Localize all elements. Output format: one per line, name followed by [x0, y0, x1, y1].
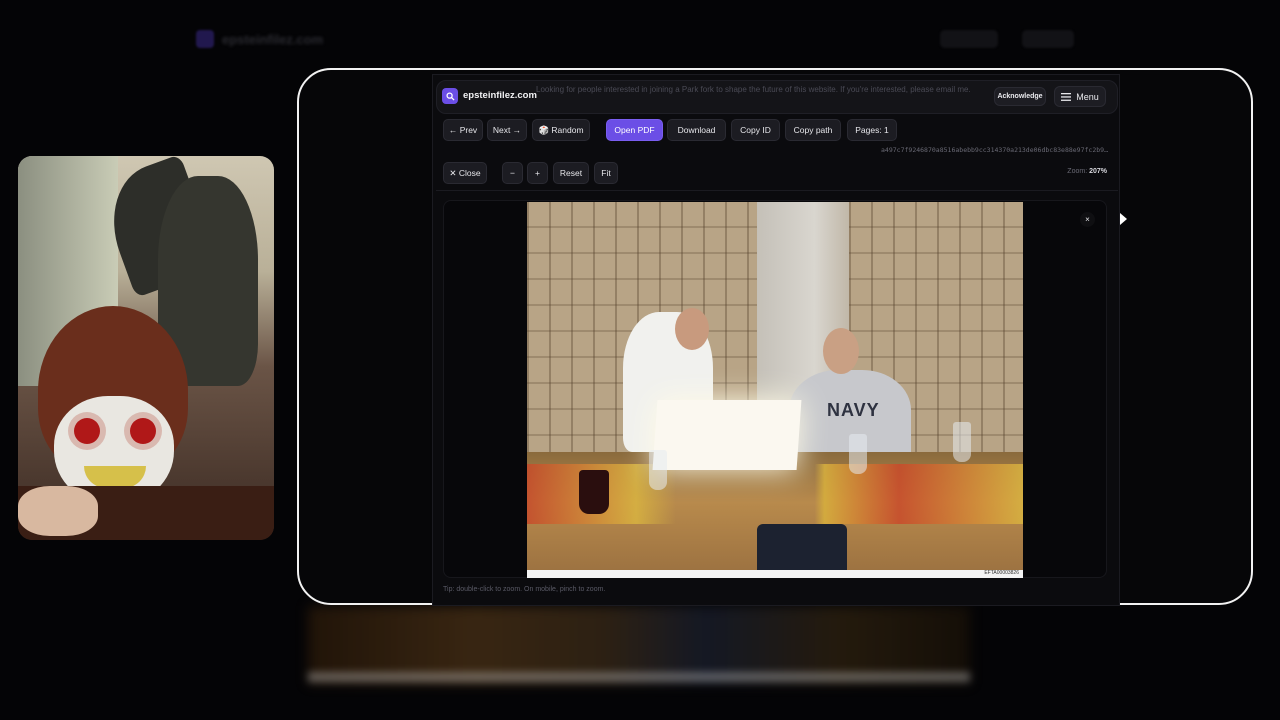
open-pdf-button[interactable]: Open PDF [606, 119, 663, 141]
webcam-feed [18, 156, 274, 540]
zoom-tip: Tip: double-click to zoom. On mobile, pi… [443, 586, 606, 593]
zoom-indicator: Zoom: 207% [1030, 168, 1107, 175]
download-button[interactable]: Download [667, 119, 726, 141]
photo-glass [849, 434, 867, 474]
zoom-value: 207% [1089, 168, 1107, 175]
hamburger-icon [1061, 92, 1072, 101]
photo-navy-text: NAVY [827, 400, 880, 420]
menu-button[interactable]: Menu [1054, 86, 1106, 107]
webcam-mask-eye-right [130, 418, 156, 444]
background-logo-icon [196, 30, 214, 48]
zoom-in-button[interactable]: + [527, 162, 548, 184]
photo-glass [953, 422, 971, 462]
site-notice: Looking for people interested in joining… [536, 85, 971, 94]
background-photo-strip [308, 672, 970, 682]
toolbar-divider [436, 190, 1118, 191]
site-brand[interactable]: epsteinfilez.com [463, 90, 537, 101]
photo-cake [652, 400, 802, 470]
webcam-mask-eye-left [74, 418, 100, 444]
background-brand: epsteinfilez.com [222, 32, 324, 47]
background-acknowledge-button [940, 30, 998, 48]
zoom-out-button[interactable]: − [502, 162, 523, 184]
background-menu-button [1022, 30, 1074, 48]
search-icon[interactable] [442, 88, 458, 104]
prev-button[interactable]: ← Prev [443, 119, 483, 141]
next-button[interactable]: Next → [487, 119, 527, 141]
pages-count: Pages: 1 [847, 119, 897, 141]
close-viewer-icon[interactable]: × [1080, 212, 1095, 227]
photo-person-left-head [675, 308, 709, 350]
photo-bottom-strip [527, 570, 1023, 578]
photo-telephone [757, 524, 847, 576]
photo-glass [649, 450, 667, 490]
document-hash: a497c7f9246870a8516abebb9cc314370a213de0… [881, 146, 1108, 154]
webcam-hand [18, 486, 98, 536]
photo-wine-glass [579, 470, 609, 514]
mouse-cursor-icon [1120, 213, 1127, 225]
photo-person-right-head [823, 328, 859, 374]
random-button[interactable]: 🎲 Random [532, 119, 590, 141]
document-photo[interactable]: NAVY EFTA00003826 [527, 202, 1023, 578]
menu-label: Menu [1076, 91, 1099, 102]
photo-bates-stamp: EFTA00003826 [984, 570, 1019, 576]
fit-button[interactable]: Fit [594, 162, 618, 184]
copy-path-button[interactable]: Copy path [785, 119, 841, 141]
reset-button[interactable]: Reset [553, 162, 589, 184]
zoom-text: Zoom: [1067, 168, 1088, 175]
acknowledge-button[interactable]: Acknowledge [994, 87, 1046, 106]
copy-id-button[interactable]: Copy ID [731, 119, 780, 141]
close-button[interactable]: ✕ Close [443, 162, 487, 184]
